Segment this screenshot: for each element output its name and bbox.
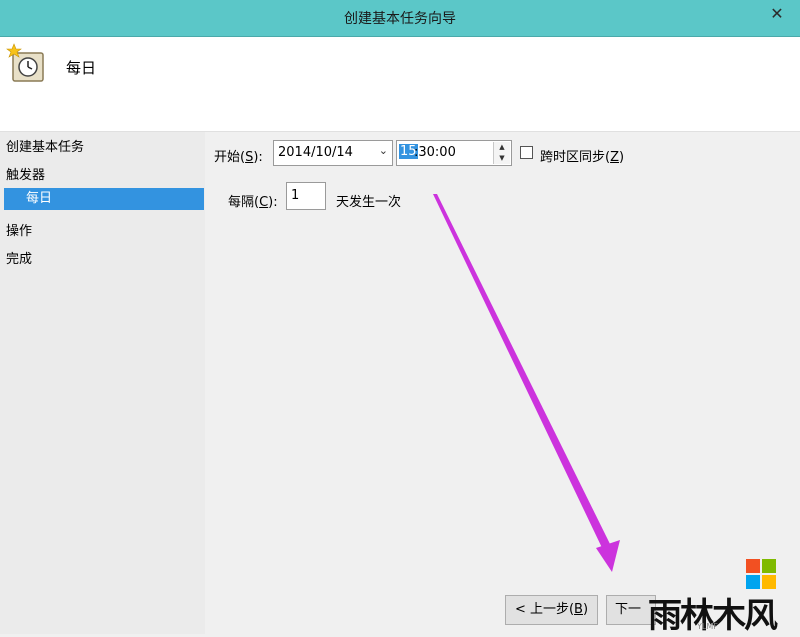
- step-daily[interactable]: 每日: [4, 188, 204, 210]
- close-icon[interactable]: ✕: [754, 0, 800, 28]
- spin-down-icon[interactable]: ▼: [494, 153, 510, 164]
- step-trigger[interactable]: 触发器: [6, 164, 45, 183]
- start-date-picker[interactable]: 2014/10/14 ⌄: [273, 140, 393, 166]
- scheduled-task-clock-icon: [6, 43, 44, 82]
- chevron-down-icon[interactable]: ⌄: [379, 144, 388, 157]
- step-create-basic-task[interactable]: 创建基本任务: [6, 136, 84, 155]
- step-action[interactable]: 操作: [6, 220, 32, 239]
- start-date-value: 2014/10/14: [278, 145, 353, 160]
- time-spin-buttons[interactable]: ▲ ▼: [493, 142, 510, 164]
- trigger-settings-panel: 开始(S): 2014/10/14 ⌄ 15 :30:00 ▲ ▼ 跨时区同步(…: [206, 132, 800, 634]
- window-title: 创建基本任务向导: [344, 11, 456, 27]
- back-button[interactable]: < 上一步(B): [505, 595, 598, 625]
- sync-timezone-checkbox[interactable]: [520, 146, 533, 159]
- recur-label: 每隔(C):: [228, 195, 278, 210]
- watermark-subtext: YLMF: [697, 622, 718, 631]
- wizard-header: 每日: [0, 37, 800, 132]
- spin-up-icon[interactable]: ▲: [494, 142, 510, 153]
- title-bar: 创建基本任务向导 ✕: [0, 0, 800, 37]
- page-title: 每日: [66, 59, 97, 77]
- recur-suffix: 天发生一次: [336, 195, 402, 210]
- step-finish[interactable]: 完成: [6, 248, 32, 267]
- start-label: 开始(S):: [214, 150, 263, 165]
- wizard-steps-sidebar: 创建基本任务 触发器 每日 操作 完成: [0, 132, 205, 634]
- recur-days-input[interactable]: 1: [286, 182, 326, 210]
- sync-timezone-label[interactable]: 跨时区同步(Z): [540, 146, 624, 165]
- windows-logo-icon: [746, 559, 776, 589]
- recur-days-value: 1: [291, 188, 300, 203]
- time-minutes-seconds[interactable]: :30:00: [414, 145, 456, 160]
- start-time-spinner[interactable]: 15 :30:00 ▲ ▼: [396, 140, 512, 166]
